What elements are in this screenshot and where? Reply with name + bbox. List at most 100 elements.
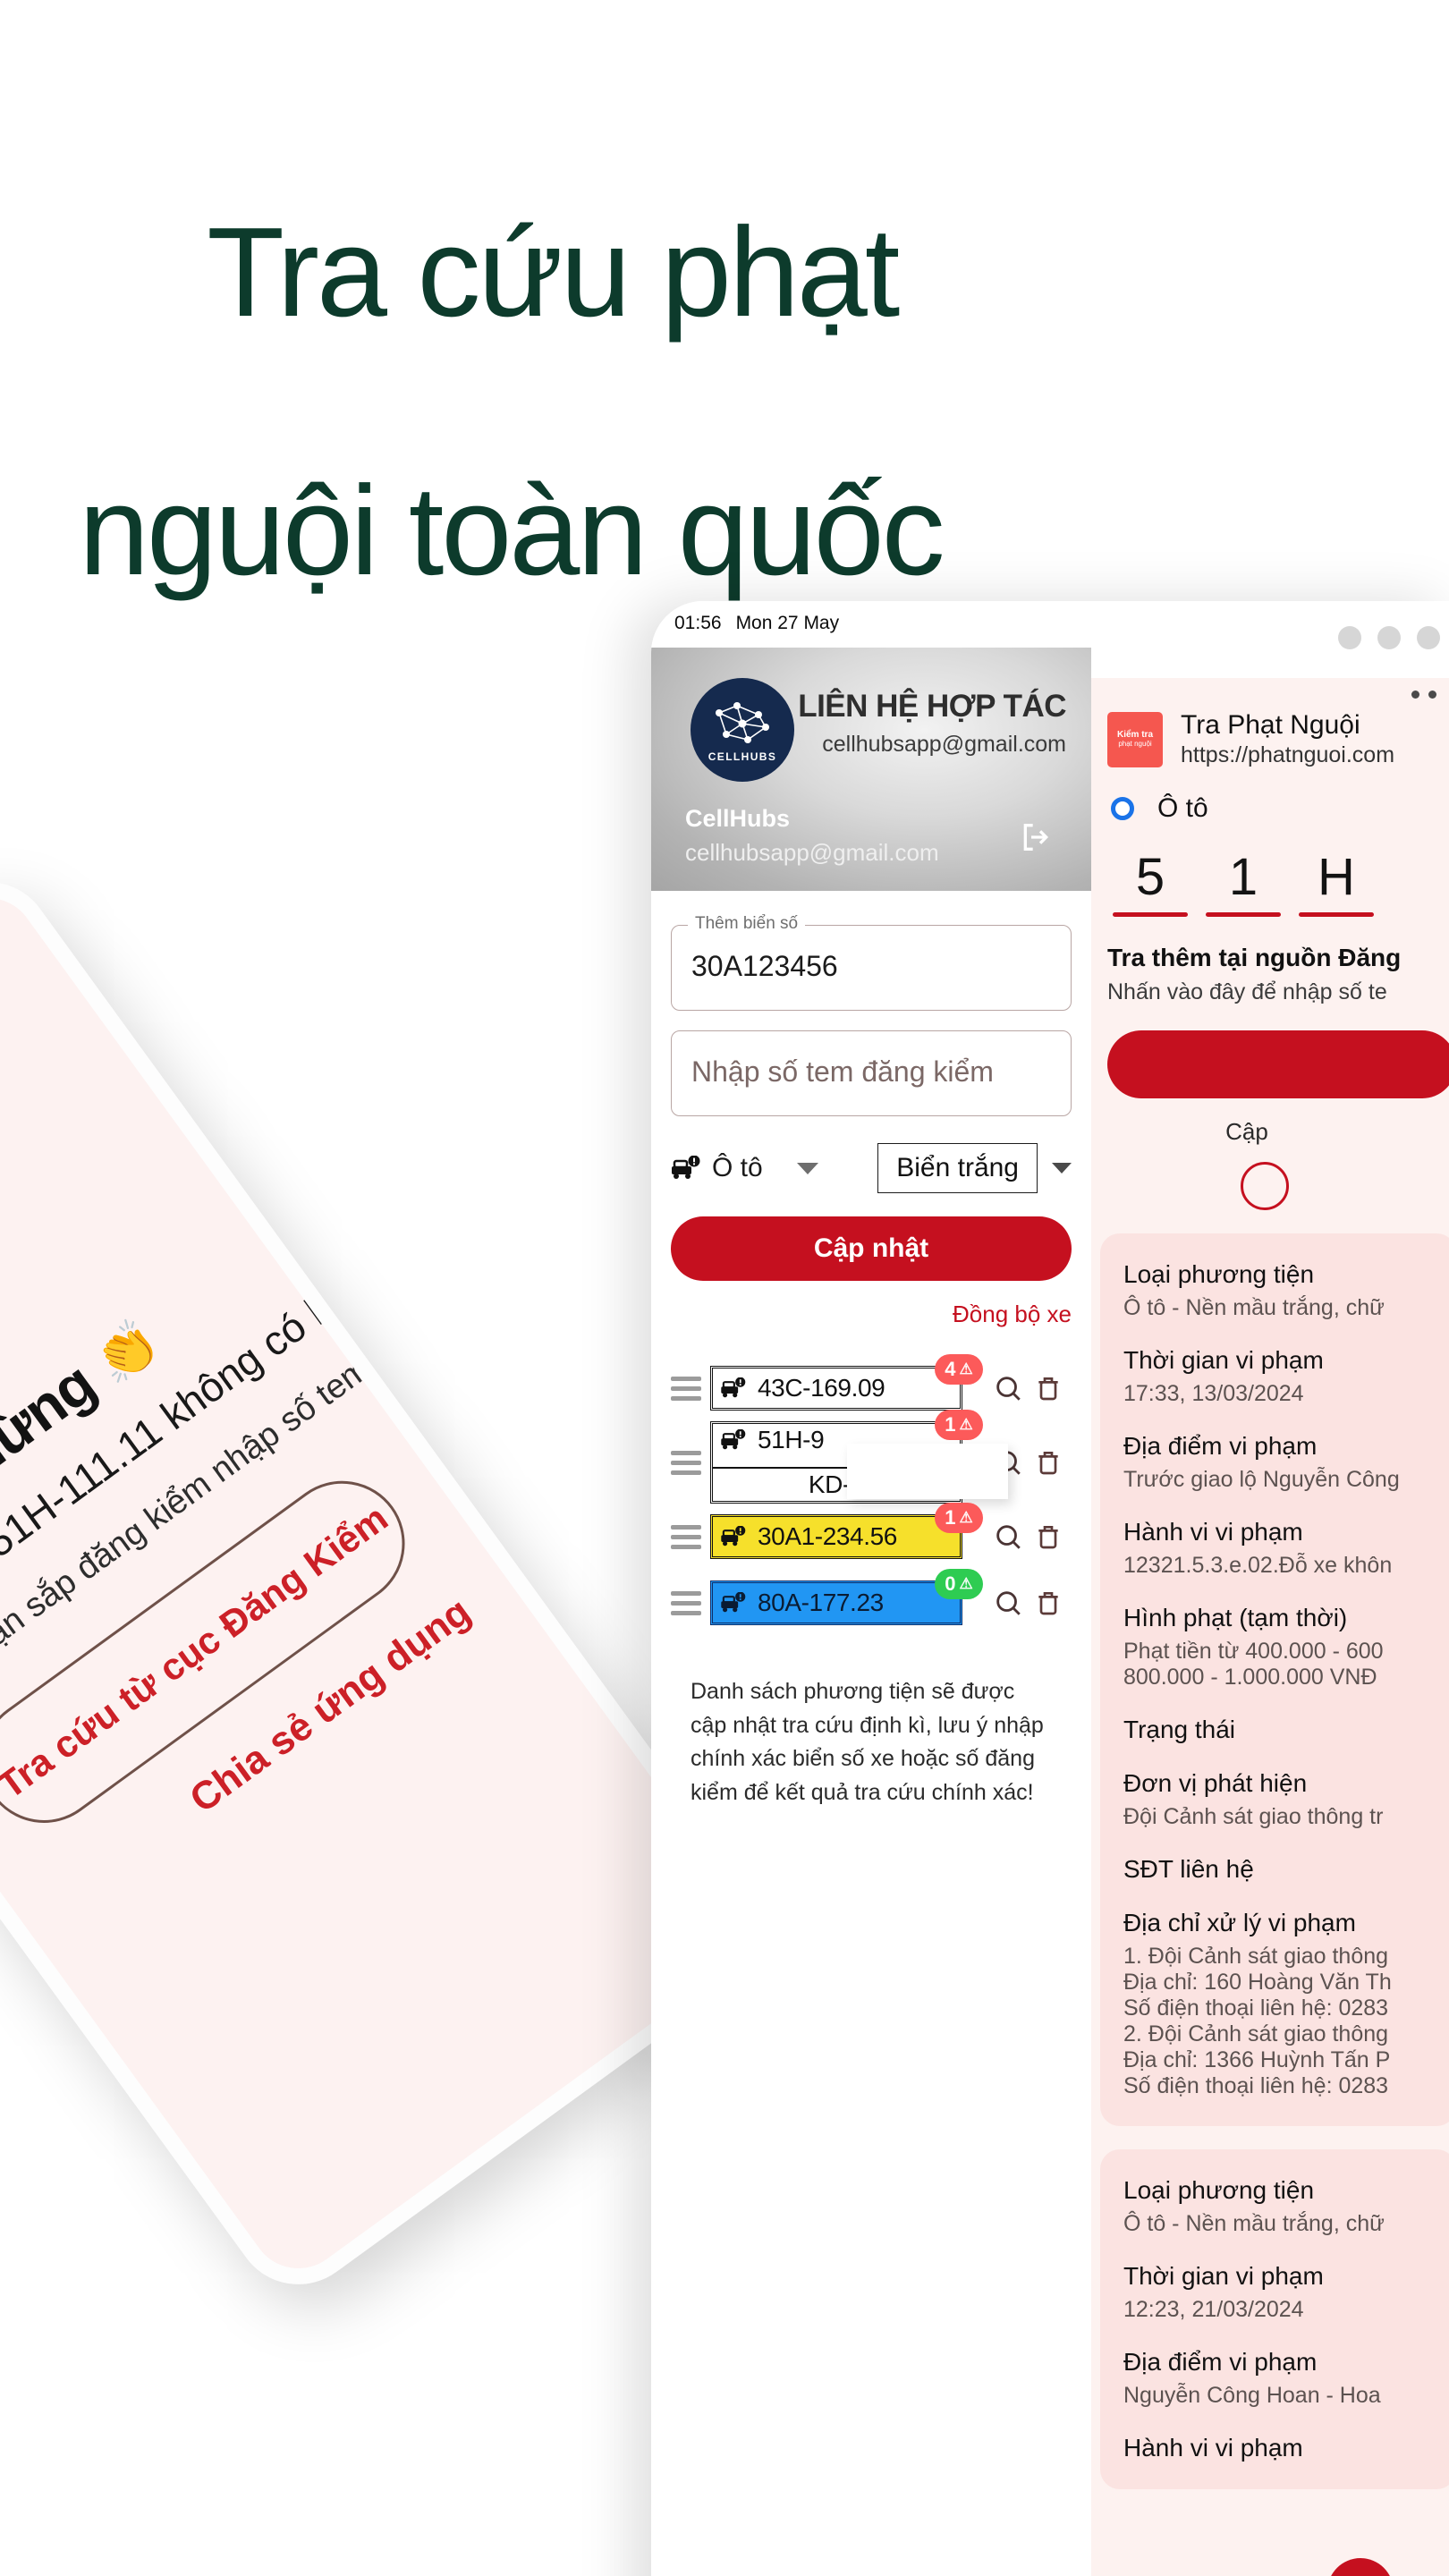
field-key: Địa điểm vi phạm: [1123, 1432, 1318, 1460]
page-title-line2: nguội toàn quốc: [79, 460, 945, 603]
field-key: Địa điểm vi phạm: [1123, 2348, 1318, 2376]
violation-field: Thời gian vi phạm 12:23, 21/03/2024: [1123, 2262, 1449, 2323]
autocomplete-overlay: [847, 1444, 1008, 1499]
update-button-label: Cập nhật: [813, 1233, 929, 1263]
car-alert-icon: [721, 1377, 746, 1398]
violation-card: Loại phương tiện Ô tô - Nền mầu trắng, ch…: [1100, 1233, 1449, 2126]
loading-indicator: [1091, 1162, 1449, 1210]
violation-field: Hình phạt (tạm thời) Phạt tiền từ 400.000…: [1123, 1604, 1449, 1690]
field-value: Đội Cảnh sát giao thông tr: [1123, 1804, 1384, 1829]
violation-count: 0: [945, 1572, 956, 1595]
site-header: Kiểm tra phạt nguội Tra Phạt Nguội https…: [1091, 678, 1449, 768]
statusbar: 01:56 Mon 27 May: [651, 601, 1091, 646]
warning-icon: ⚠: [959, 1416, 973, 1433]
plate-list: 43C-169.09 4 ⚠ 51H-9 KD-5 1 ⚠ 30A1-234.5…: [671, 1354, 1072, 1636]
plate-chip[interactable]: 80A-177.23 0 ⚠: [710, 1569, 983, 1625]
site-title: Tra Phạt Nguội: [1181, 710, 1360, 740]
update-button[interactable]: Cập nhật: [671, 1216, 1072, 1281]
violation-field: Địa điểm vi phạm Nguyễn Công Hoan - Hoa: [1123, 2348, 1449, 2409]
drag-handle-icon[interactable]: [671, 1524, 701, 1549]
list-item[interactable]: 51H-9 KD-5 1 ⚠: [671, 1410, 1072, 1504]
site-favicon: Kiểm tra phạt nguội: [1107, 711, 1163, 767]
registry-source-block[interactable]: Tra thêm tại nguồn Đăng Nhấn vào đây để …: [1091, 917, 1449, 1005]
plate-number-legend: Thêm biển số: [688, 914, 806, 934]
list-item[interactable]: 80A-177.23 0 ⚠: [671, 1569, 1072, 1636]
digit-underline: [1113, 912, 1188, 917]
car-alert-icon: [672, 1156, 700, 1179]
list-item[interactable]: 43C-169.09 4 ⚠: [671, 1354, 1072, 1421]
field-key: Loại phương tiện: [1123, 1260, 1315, 1288]
plate-digit-inputs[interactable]: 5 1 H: [1091, 824, 1449, 917]
violation-field: Địa điểm vi phạm Trước giao lộ Nguyễn Côn…: [1123, 1432, 1449, 1493]
statusbar-time: 01:56: [674, 613, 722, 633]
browser-window-controls[interactable]: [1338, 626, 1440, 649]
radio-label: Ô tô: [1157, 793, 1208, 823]
field-value: Ô tô - Nền mầu trắng, chữ: [1123, 1295, 1385, 1320]
search-fab-button[interactable]: [1327, 2558, 1394, 2576]
drag-handle-icon[interactable]: [671, 1376, 701, 1401]
field-value: 12:23, 21/03/2024: [1123, 2297, 1304, 2322]
plate-digit-2[interactable]: H: [1290, 847, 1383, 917]
violation-field: SĐT liên hệ: [1123, 1855, 1449, 1884]
warning-icon: ⚠: [959, 1575, 973, 1592]
drag-handle-icon[interactable]: [671, 1450, 701, 1475]
list-item[interactable]: 30A1-234.56 1 ⚠: [671, 1503, 1072, 1570]
digit-underline: [1206, 912, 1281, 917]
field-key: Hình phạt (tạm thời): [1123, 1604, 1348, 1631]
plate-number: 43C-169.09: [758, 1374, 886, 1402]
app-column: 01:56 Mon 27 May CELLHUBS LIÊN HỆ HỢP TÁ…: [651, 601, 1091, 2576]
plate-digit-0[interactable]: 5: [1104, 847, 1197, 917]
violation-field: Hành vi vi phạm: [1123, 2434, 1449, 2462]
account-card[interactable]: CELLHUBS LIÊN HỆ HỢP TÁC cellhubsapp@gma…: [651, 648, 1091, 891]
search-icon[interactable]: [993, 1588, 1023, 1618]
plate-chip[interactable]: 30A1-234.56 1 ⚠: [710, 1503, 983, 1559]
plate-number-field[interactable]: Thêm biển số 30A123456: [671, 914, 1072, 1011]
vehicle-type-select[interactable]: Ô tô: [671, 1153, 818, 1183]
field-key: Hành vi vi phạm: [1123, 2434, 1303, 2462]
search-icon[interactable]: [993, 1373, 1023, 1403]
plate-number-value: 30A123456: [691, 950, 838, 982]
field-key: Trạng thái: [1123, 1716, 1236, 1743]
plate-chip[interactable]: 51H-9 KD-5 1 ⚠: [710, 1410, 1008, 1504]
field-key: Hành vi vi phạm: [1123, 1518, 1303, 1546]
trash-icon[interactable]: [1034, 1448, 1063, 1477]
statusbar-date: Mon 27 May: [735, 613, 840, 633]
field-value: Nguyễn Công Hoan - Hoa: [1123, 2383, 1381, 2408]
violation-field: Địa chỉ xử lý vi phạm 1. Đội Cảnh sát gia…: [1123, 1909, 1449, 2099]
status-badge: 1 ⚠: [935, 1410, 983, 1440]
plate-chip[interactable]: 43C-169.09 4 ⚠: [710, 1354, 983, 1411]
field-key: Thời gian vi phạm: [1123, 1346, 1324, 1374]
violation-field: Trạng thái: [1123, 1716, 1449, 1744]
search-icon[interactable]: [993, 1521, 1023, 1552]
plate-color-select[interactable]: Biển trắng: [877, 1143, 1072, 1193]
digit-underline: [1299, 912, 1374, 917]
chevron-down-icon: [796, 1162, 818, 1174]
field-value: 12321.5.3.e.02.Đỗ xe khôn: [1123, 1553, 1393, 1578]
vehicle-type-radio-row[interactable]: Ô tô: [1091, 768, 1449, 824]
field-value: 1. Đội Cảnh sát giao thông Địa chỉ: 160 …: [1123, 1944, 1392, 2098]
vehicle-type-label: Ô tô: [712, 1153, 763, 1182]
plate-digit-1[interactable]: 1: [1197, 847, 1290, 917]
clap-emoji-icon: 👏: [85, 1310, 168, 1393]
stamp-number-field[interactable]: Nhập số tem đăng kiểm: [671, 1030, 1072, 1116]
sync-vehicles-link[interactable]: Đồng bộ xe: [671, 1301, 1072, 1328]
web-search-button[interactable]: [1107, 1030, 1449, 1098]
violation-card: Loại phương tiện Ô tô - Nền mầu trắng, ch…: [1100, 2149, 1449, 2489]
field-key: Đơn vị phát hiện: [1123, 1769, 1308, 1797]
field-key: Địa chỉ xử lý vi phạm: [1123, 1909, 1356, 1936]
page-title-line1: Tra cứu phạt: [207, 200, 900, 343]
plate-digit-value: H: [1318, 848, 1355, 906]
violation-count: 1: [945, 1506, 956, 1529]
favicon-line2: phạt nguội: [1118, 739, 1152, 748]
list-note: Danh sách phương tiện sẽ được cập nhật t…: [691, 1679, 1044, 1805]
chevron-down-icon: [1052, 1163, 1072, 1174]
radio-selected-icon[interactable]: [1111, 797, 1134, 820]
web-panel: Kiểm tra phạt nguội Tra Phạt Nguội https…: [1091, 601, 1449, 2576]
trash-icon[interactable]: [1034, 1589, 1063, 1617]
trash-icon[interactable]: [1034, 1374, 1063, 1402]
drag-handle-icon[interactable]: [671, 1590, 701, 1615]
trash-icon[interactable]: [1034, 1522, 1063, 1551]
plate-color-label: Biển trắng: [877, 1143, 1038, 1193]
violation-count: 1: [945, 1413, 956, 1436]
logout-icon[interactable]: [1018, 819, 1054, 855]
